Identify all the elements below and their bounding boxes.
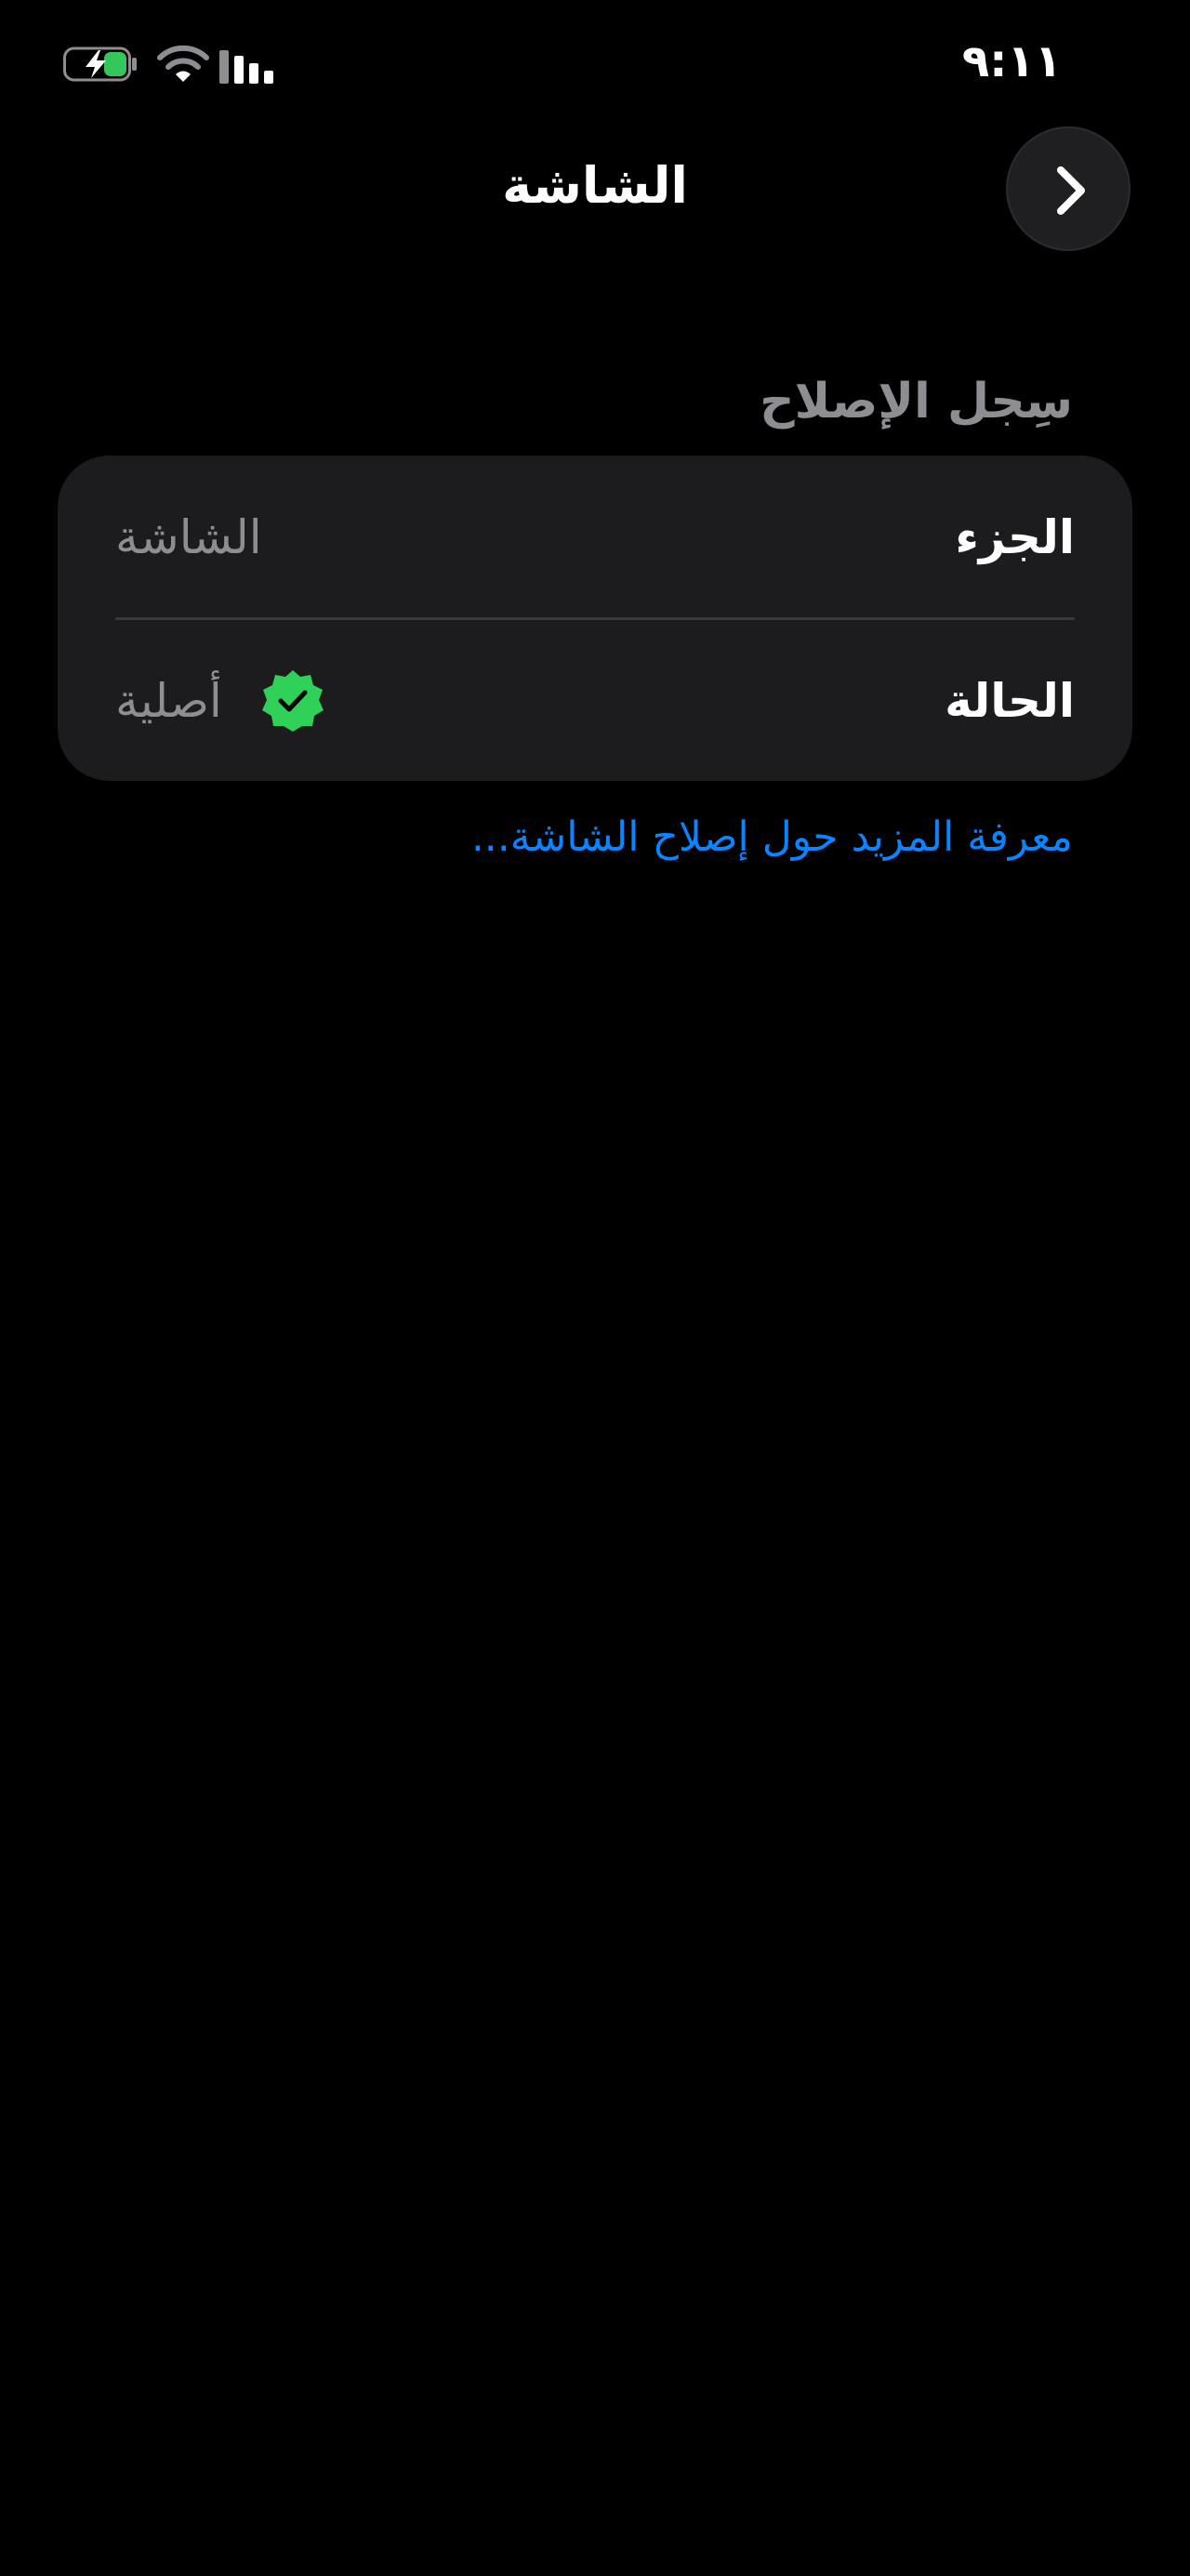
verified-badge-icon <box>262 670 324 732</box>
cellular-signal-icon <box>219 50 273 84</box>
status-label: الحالة <box>945 674 1075 728</box>
part-row: الجزء الشاشة <box>115 456 1075 619</box>
page-title: الشاشة <box>502 156 688 215</box>
section-header-repair-history: سِجل الإصلاح <box>760 374 1073 429</box>
wifi-icon <box>157 45 209 82</box>
status-time: ٩:١١ <box>961 35 1062 87</box>
learn-more-link[interactable]: معرفة المزيد حول إصلاح الشاشة... <box>471 805 1073 870</box>
repair-history-card: الجزء الشاشة الحالة أصلية <box>58 456 1132 781</box>
status-value: أصلية <box>115 668 338 733</box>
status-bar: ٩:١١ <box>0 0 1190 130</box>
part-label: الجزء <box>955 510 1075 564</box>
part-value: الشاشة <box>115 510 262 564</box>
battery-charging-icon <box>63 46 137 82</box>
status-row: الحالة أصلية <box>115 619 1075 783</box>
status-value-text: أصلية <box>115 674 222 728</box>
